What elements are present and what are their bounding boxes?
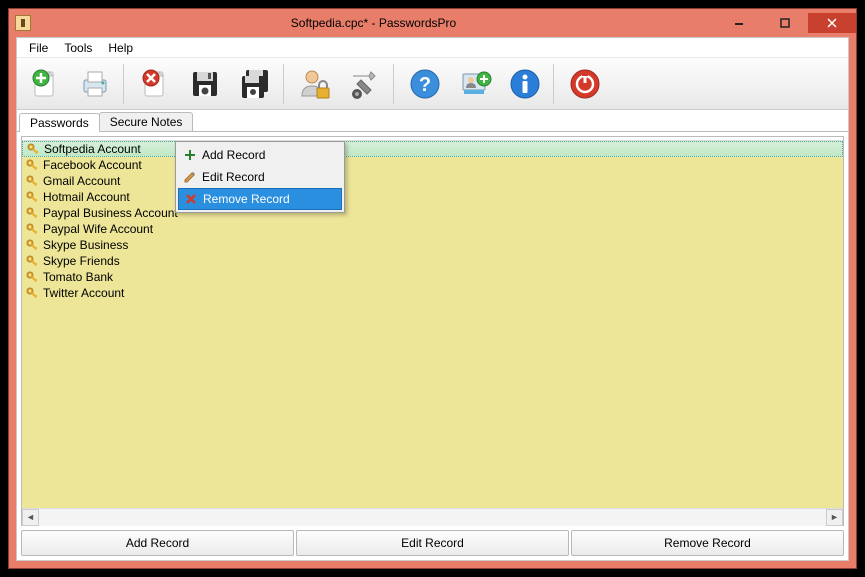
records-list-container: Softpedia Account Facebook Account Gmail A…: [21, 136, 844, 526]
user-lock-button[interactable]: [291, 62, 339, 106]
toolbar-separator: [283, 64, 287, 104]
scroll-right-button[interactable]: ►: [826, 509, 843, 526]
record-label: Twitter Account: [43, 286, 124, 300]
minimize-button[interactable]: [716, 13, 762, 33]
list-item[interactable]: Paypal Business Account: [22, 205, 843, 221]
record-label: Tomato Bank: [43, 270, 113, 284]
toolbar-separator: [123, 64, 127, 104]
context-menu-item[interactable]: Remove Record: [178, 188, 342, 210]
record-label: Facebook Account: [43, 158, 142, 172]
list-item[interactable]: Hotmail Account: [22, 189, 843, 205]
toolbar: ?: [17, 58, 848, 110]
remove-record-button[interactable]: Remove Record: [571, 530, 844, 556]
delete-doc-button[interactable]: [131, 62, 179, 106]
info-button[interactable]: [501, 62, 549, 106]
pencil-icon: [178, 170, 202, 184]
power-button[interactable]: [561, 62, 609, 106]
user-add-button[interactable]: [451, 62, 499, 106]
list-item[interactable]: Twitter Account: [22, 285, 843, 301]
save-button[interactable]: [181, 62, 229, 106]
records-list[interactable]: Softpedia Account Facebook Account Gmail A…: [22, 141, 843, 508]
new-doc-button[interactable]: [21, 62, 69, 106]
app-icon: [15, 15, 31, 31]
record-label: Paypal Wife Account: [43, 222, 153, 236]
bottom-button-bar: Add Record Edit Record Remove Record: [21, 530, 844, 556]
scroll-track[interactable]: [39, 509, 826, 526]
client-area: File Tools Help: [16, 37, 849, 561]
tab-passwords[interactable]: Passwords: [19, 113, 100, 132]
record-label: Hotmail Account: [43, 190, 130, 204]
record-label: Paypal Business Account: [43, 206, 178, 220]
window-title: Softpedia.cpc* - PasswordsPro: [31, 16, 716, 30]
toolbar-separator: [393, 64, 397, 104]
context-menu-item[interactable]: Edit Record: [178, 166, 342, 188]
plus-icon: [178, 148, 202, 162]
x-icon: [179, 192, 203, 206]
scroll-left-button[interactable]: ◄: [22, 509, 39, 526]
app-window: Softpedia.cpc* - PasswordsPro File Tools…: [8, 8, 857, 569]
context-menu-label: Edit Record: [202, 170, 265, 184]
help-button[interactable]: ?: [401, 62, 449, 106]
toolbar-separator: [553, 64, 557, 104]
record-label: Skype Business: [43, 238, 128, 252]
list-item[interactable]: Tomato Bank: [22, 269, 843, 285]
list-item[interactable]: Paypal Wife Account: [22, 221, 843, 237]
settings-button[interactable]: [341, 62, 389, 106]
print-button[interactable]: [71, 62, 119, 106]
context-menu-label: Add Record: [202, 148, 265, 162]
record-label: Gmail Account: [43, 174, 120, 188]
edit-record-button[interactable]: Edit Record: [296, 530, 569, 556]
context-menu: Add Record Edit Record Remove Record: [175, 141, 345, 213]
horizontal-scrollbar[interactable]: ◄ ►: [22, 508, 843, 525]
maximize-button[interactable]: [762, 13, 808, 33]
tabstrip: Passwords Secure Notes: [17, 110, 848, 132]
list-item[interactable]: Gmail Account: [22, 173, 843, 189]
window-controls: [716, 13, 856, 33]
close-button[interactable]: [808, 13, 856, 33]
list-item[interactable]: Skype Business: [22, 237, 843, 253]
tab-secure-notes[interactable]: Secure Notes: [99, 112, 194, 131]
menu-tools[interactable]: Tools: [56, 39, 100, 57]
titlebar[interactable]: Softpedia.cpc* - PasswordsPro: [9, 9, 856, 37]
record-label: Softpedia Account: [44, 142, 141, 156]
list-item[interactable]: Facebook Account: [22, 157, 843, 173]
list-item[interactable]: Skype Friends: [22, 253, 843, 269]
menubar: File Tools Help: [17, 38, 848, 58]
add-record-button[interactable]: Add Record: [21, 530, 294, 556]
save-all-button[interactable]: [231, 62, 279, 106]
context-menu-label: Remove Record: [203, 192, 290, 206]
svg-text:?: ?: [419, 74, 431, 96]
list-item[interactable]: Softpedia Account: [22, 141, 843, 157]
context-menu-item[interactable]: Add Record: [178, 144, 342, 166]
main-panel: Softpedia Account Facebook Account Gmail A…: [17, 132, 848, 560]
menu-file[interactable]: File: [21, 39, 56, 57]
menu-help[interactable]: Help: [100, 39, 141, 57]
record-label: Skype Friends: [43, 254, 120, 268]
